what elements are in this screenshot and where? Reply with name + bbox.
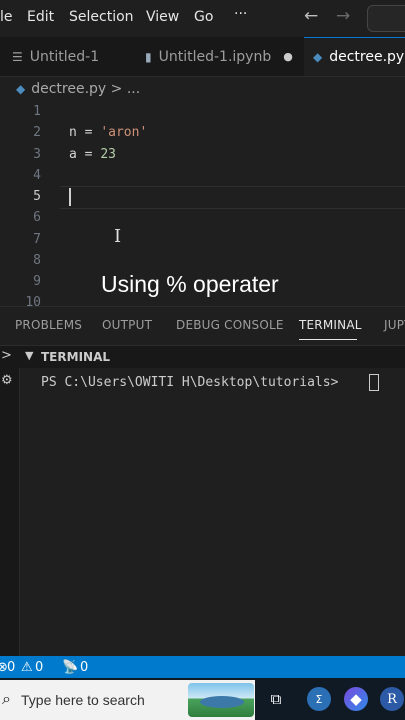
r-language-icon[interactable]: R [380,687,404,711]
code-variable: a [69,147,77,162]
taskbar-search-placeholder: Type here to search [21,692,145,708]
terminal-prompt[interactable]: PS C:\Users\OWITI H\Desktop\tutorials> [41,375,346,390]
code-operator: = [76,147,101,162]
copilot-icon[interactable]: ◆ [344,687,368,711]
menu-view[interactable]: View [146,9,179,25]
back-arrow-icon[interactable]: ← [304,6,318,26]
python-icon: ◆ [16,82,26,96]
search-icon: ⌕ [2,689,11,708]
notebook-icon: ▮ [145,49,152,64]
tab-debug-console[interactable]: DEBUG CONSOLE [176,318,284,332]
status-bar [0,656,405,678]
ports-count[interactable]: 0 [80,660,88,675]
tab-untitled-1-ipynb[interactable]: ▮ Untitled-1.ipynb ● [145,37,293,76]
task-view-icon[interactable]: ⧉ [264,687,288,711]
menu-edit[interactable]: Edit [27,9,54,25]
chevron-down-icon[interactable]: ▼ [25,349,33,362]
panel-sidebar [0,346,20,656]
search-highlight-boat [200,696,244,708]
forward-arrow-icon[interactable]: → [336,6,350,26]
line-number: 8 [33,253,41,268]
breadcrumb-path: dectree.py > ... [31,81,141,97]
more-menu-icon[interactable]: ··· [234,6,247,22]
lines-icon: ☰ [12,49,23,64]
tab-dectree-py[interactable]: ◆ dectree.py [304,37,405,76]
tab-label: Untitled-1.ipynb [158,48,272,65]
code-string: 'aron' [100,125,148,140]
code-line[interactable]: n = 'aron' [69,125,147,140]
app-icon[interactable]: Σ [307,687,331,711]
line-number: 6 [33,210,41,225]
tab-jupyter[interactable]: JUPY [384,318,405,332]
panel-divider [0,306,405,307]
line-number: 9 [33,274,41,289]
chevron-right-icon[interactable]: > [1,348,12,363]
code-line[interactable]: a = 23 [69,147,116,162]
tab-terminal[interactable]: TERMINAL [299,318,362,332]
debug-icon[interactable]: ⚙ [1,373,13,388]
warning-icon[interactable]: ⚠ [21,660,33,675]
tab-label: Untitled-1 [29,48,100,65]
line-number: 4 [33,168,41,183]
warning-count[interactable]: 0 [35,660,43,675]
line-number: 1 [33,104,41,119]
menu-file[interactable]: le [0,9,13,25]
breadcrumb[interactable]: ◆ dectree.py > ... [16,81,140,97]
line-number: 10 [25,295,41,306]
text-caret [69,188,71,206]
code-variable: n [69,125,77,140]
menu-selection[interactable]: Selection [69,9,134,25]
ibeam-cursor-icon: I [114,226,122,247]
python-icon: ◆ [313,50,323,64]
line-number: 7 [33,232,41,247]
command-center-search[interactable] [367,5,405,32]
current-line-highlight [60,186,405,209]
line-number: 5 [33,189,41,204]
code-operator: = [76,125,101,140]
tab-problems[interactable]: PROBLEMS [15,318,82,332]
menu-go[interactable]: Go [194,9,213,25]
tab-untitled-1[interactable]: ☰ Untitled-1 [12,37,99,76]
error-count[interactable]: 0 [7,660,15,675]
line-number: 3 [33,147,41,162]
terminal-section-title: TERMINAL [41,350,111,364]
tab-label: dectree.py [329,49,405,65]
video-caption: Using % operater [101,271,279,297]
active-tab-indicator [299,339,357,340]
unsaved-dot-icon[interactable]: ● [283,50,293,63]
code-number: 23 [100,147,116,162]
terminal-cursor [369,374,379,391]
ports-icon[interactable]: 📡 [62,660,78,675]
line-number: 2 [33,125,41,140]
tab-output[interactable]: OUTPUT [102,318,152,332]
